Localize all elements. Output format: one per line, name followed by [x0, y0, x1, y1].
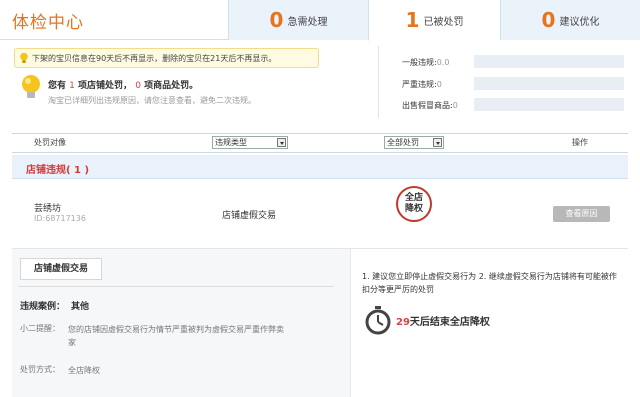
countdown: 29天后结束全店降权 — [396, 313, 490, 328]
countdown-label: 天后结束全店降权 — [409, 317, 490, 328]
detail-tab[interactable]: 店铺虚假交易 — [20, 258, 102, 280]
reminder-text: 您的店铺因虚假交易行为情节严重被判为虚假交易严重作弊卖家 — [68, 325, 284, 347]
penalty-stamp-text: 全店 降权 — [404, 193, 423, 214]
tab-urgent-label: 急需处理 — [287, 16, 328, 28]
stat-serious: 严重违规:0 — [402, 80, 442, 89]
tab-suggestions-label: 建议优化 — [559, 16, 600, 28]
method-label: 处罚方式： — [20, 365, 60, 374]
chevron-down-icon — [433, 138, 442, 147]
case-line: 违规案例： 其他 — [20, 302, 90, 312]
stopwatch-icon — [365, 306, 391, 335]
method-text: 全店降权 — [68, 366, 100, 375]
tab-suggestions-count: 0 — [541, 8, 556, 32]
notice-banner: 下架的宝贝信息在90天后不再显示，删除的宝贝在21天后不再显示。 — [14, 48, 319, 68]
goods-penalty-count: 0 — [135, 81, 141, 91]
view-reason-button[interactable]: 查看原因 — [553, 206, 610, 222]
violation-type: 店铺虚假交易 — [222, 211, 277, 221]
notice-text: 下架的宝贝信息在90天后不再显示，删除的宝贝在21天后不再显示。 — [32, 53, 277, 63]
summary-tip: 淘宝已详细列出违规原因，请您注意查看，避免二次违规。 — [48, 96, 256, 105]
shop-id: ID:68717136 — [34, 214, 86, 223]
tab-penalized-count: 1 — [405, 8, 420, 32]
stat-general-bar — [474, 55, 624, 68]
reminder-label: 小二提醒： — [20, 324, 60, 333]
filter-bar — [12, 133, 628, 153]
tab-penalized-label: 已被处罚 — [423, 16, 464, 28]
stat-counterfeit: 出售假冒商品:0 — [402, 101, 458, 110]
violation-type-select[interactable]: 违规类型 — [212, 136, 288, 149]
tab-penalized[interactable]: 1 已被处罚 — [368, 0, 500, 41]
lightbulb-icon — [20, 52, 28, 63]
shop-name: 芸绣坊 — [34, 204, 62, 214]
tab-urgent-count: 0 — [269, 8, 284, 32]
chevron-down-icon — [277, 138, 286, 147]
col-object-header: 处罚对像 — [34, 138, 66, 147]
shop-penalty-count: 1 — [69, 81, 75, 91]
penalty-summary: 您有 1 项店铺处罚， 0 项商品处罚。 — [48, 81, 199, 91]
section-title: 店铺违规( 1 ) — [26, 165, 90, 176]
countdown-days: 29 — [396, 317, 410, 328]
stat-general: 一般违规:0.0 — [402, 58, 450, 67]
tab-suggestions[interactable]: 0 建议优化 — [500, 0, 640, 40]
suggestion-text: 1. 建议您立即停止虚假交易行为 2. 继续虚假交易行为店铺将有可能被作扣分等更… — [362, 272, 617, 294]
stat-counterfeit-bar — [474, 98, 624, 111]
lightbulb-large-icon — [22, 75, 40, 98]
penalty-filter-select[interactable]: 全部处罚 — [384, 136, 444, 149]
tab-urgent[interactable]: 0 急需处理 — [228, 0, 368, 40]
col-action-header: 操作 — [572, 138, 588, 147]
section-header — [12, 155, 628, 179]
divider — [18, 286, 334, 287]
page-title: 体检中心 — [12, 13, 84, 33]
stat-serious-bar — [474, 77, 624, 90]
divider — [378, 46, 379, 118]
